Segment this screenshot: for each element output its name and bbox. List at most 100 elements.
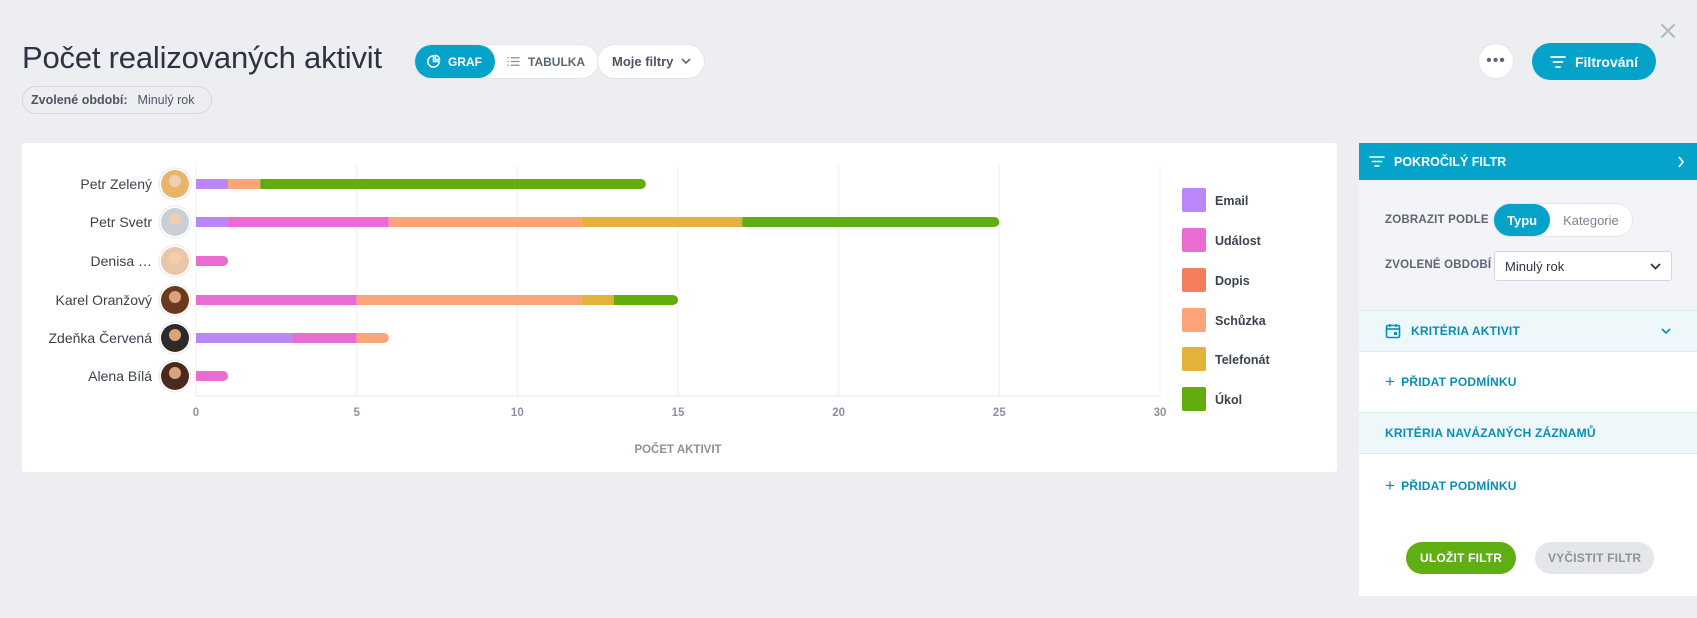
period-select-value: Minulý rok <box>1505 258 1565 274</box>
add-condition-label: PŘIDAT PODMÍNKU <box>1401 375 1517 389</box>
bar-segment-email <box>196 179 229 189</box>
table-view-label: TABULKA <box>528 54 586 69</box>
x-tick-label: 30 <box>1154 407 1167 419</box>
filter-icon <box>1550 55 1566 68</box>
close-icon[interactable]: × <box>1657 18 1679 44</box>
add-condition-button[interactable]: + PŘIDAT PODMÍNKU <box>1359 352 1697 412</box>
stacked-bar-chart: 0 5 10 15 20 25 30 POČET AKTIVIT Petr Zelený Petr… <box>48 165 1270 456</box>
plus-icon: + <box>1385 372 1396 391</box>
avatar-face <box>169 213 181 225</box>
category-label: Petr Zelený <box>80 176 152 192</box>
show-by-type-option[interactable]: Typu <box>1494 204 1551 236</box>
my-filters-dropdown[interactable]: Moje filtry <box>598 45 705 78</box>
avatar-face <box>169 252 181 264</box>
category-label: Petr Svetr <box>90 214 153 230</box>
legend-swatch <box>1182 268 1206 292</box>
view-toggle: GRAF TABULKA <box>415 45 599 78</box>
advanced-filter-panel: POKROČILÝ FILTR ZOBRAZIT PODLE Typu Kate… <box>1359 143 1697 596</box>
chevron-down-icon <box>1650 262 1661 270</box>
bar-segment-join <box>196 256 202 266</box>
category-label: Alena Bílá <box>88 368 152 384</box>
category-label: Karel Oranžový <box>56 292 152 308</box>
x-tick-label: 0 <box>193 407 199 419</box>
show-by-toggle: Typu Kategorie <box>1494 204 1632 236</box>
legend-label: Událost <box>1215 234 1262 248</box>
legend-swatch <box>1182 188 1206 212</box>
list-icon <box>507 57 520 66</box>
bar-segment-událost <box>292 333 357 343</box>
pie-chart-icon <box>427 54 441 68</box>
filter-button-label: Filtrování <box>1574 53 1638 70</box>
legend-swatch <box>1182 387 1206 411</box>
bar-segment-schůzka <box>228 179 261 189</box>
bar-segment-událost <box>228 217 389 227</box>
bar-segment-telefonát <box>581 217 743 227</box>
show-by-category-option[interactable]: Kategorie <box>1550 204 1632 236</box>
chevron-right-icon[interactable] <box>1677 156 1685 168</box>
calendar-icon <box>1385 324 1401 339</box>
avatar-face <box>169 329 181 341</box>
graph-view-label: GRAF <box>448 54 482 69</box>
bar-segment-schůzka <box>356 295 582 305</box>
activity-criteria-section[interactable]: KRITÉRIA AKTIVIT <box>1359 310 1697 352</box>
page-title: Počet realizovaných aktivit <box>22 40 382 75</box>
graph-view-button[interactable]: GRAF <box>415 45 495 78</box>
plus-icon: + <box>1385 476 1396 495</box>
show-by-label: ZOBRAZIT PODLE <box>1385 214 1489 226</box>
bar-segment-join <box>742 217 749 227</box>
filter-button[interactable]: Filtrování <box>1532 43 1656 80</box>
bar-segment-email <box>196 217 229 227</box>
legend-label: Telefonát <box>1215 353 1270 367</box>
chevron-down-icon <box>1661 327 1671 334</box>
category-label: Zdeňka Červená <box>48 330 152 346</box>
avatar-face <box>169 175 181 187</box>
period-select[interactable]: Minulý rok <box>1494 251 1672 281</box>
clear-filter-button[interactable]: VYČISTIT FILTR <box>1535 542 1655 574</box>
chart-card: 0 5 10 15 20 25 30 POČET AKTIVIT Petr Zelený Petr… <box>22 143 1337 472</box>
bar-segment-úkol <box>742 217 1000 227</box>
x-axis-title: POČET AKTIVIT <box>634 443 721 456</box>
x-tick-label: 15 <box>672 407 685 419</box>
bar-segment-join <box>613 295 620 305</box>
period-chip-label: Zvolené období: <box>31 93 128 107</box>
x-tick-label: 5 <box>353 407 360 419</box>
legend-swatch <box>1182 228 1206 252</box>
legend-label: Email <box>1215 194 1248 208</box>
my-filters-label: Moje filtry <box>612 54 674 69</box>
x-tick-label: 25 <box>993 407 1006 419</box>
bar-segment-schůzka <box>388 217 582 227</box>
x-tick-label: 10 <box>511 407 524 419</box>
more-dots-icon: ••• <box>1486 52 1506 69</box>
add-linked-condition-button[interactable]: + PŘIDAT PODMÍNKU <box>1359 454 1697 518</box>
avatar-face <box>169 367 181 379</box>
filter-options: ZOBRAZIT PODLE Typu Kategorie ZVOLENÉ OB… <box>1359 180 1697 310</box>
legend-swatch <box>1182 347 1206 371</box>
legend-label: Úkol <box>1215 392 1242 407</box>
table-view-button[interactable]: TABULKA <box>495 45 598 78</box>
category-label: Denisa … <box>91 253 152 269</box>
bar-segment-úkol <box>260 179 646 189</box>
bar-segment-telefonát <box>581 295 614 305</box>
bar-segment-úkol <box>613 295 678 305</box>
period-label: ZVOLENÉ OBDOBÍ <box>1385 259 1492 271</box>
legend-label: Dopis <box>1215 274 1250 288</box>
linked-records-criteria-section[interactable]: KRITÉRIA NAVÁZANÝCH ZÁZNAMŮ <box>1359 412 1697 454</box>
save-filter-button[interactable]: ULOŽIT FILTR <box>1406 542 1517 574</box>
legend-label: Schůzka <box>1215 314 1267 328</box>
x-tick-label: 20 <box>832 407 845 419</box>
advanced-filter-header[interactable]: POKROČILÝ FILTR <box>1359 143 1697 180</box>
filter-icon <box>1369 156 1385 167</box>
advanced-filter-title: POKROČILÝ FILTR <box>1394 154 1507 169</box>
chevron-down-icon <box>681 58 691 65</box>
linked-records-criteria-title: KRITÉRIA NAVÁZANÝCH ZÁZNAMŮ <box>1385 426 1596 440</box>
avatar-face <box>169 291 181 303</box>
period-chip[interactable]: Zvolené období: Minulý rok <box>22 86 212 114</box>
bar-segment-join <box>260 179 267 189</box>
bar-segment-událost <box>196 295 357 305</box>
more-options-button[interactable]: ••• <box>1479 44 1513 78</box>
activity-criteria-title: KRITÉRIA AKTIVIT <box>1411 324 1520 338</box>
bar-segment-join <box>356 333 363 343</box>
legend-swatch <box>1182 308 1206 332</box>
bar-segment-email <box>196 333 293 343</box>
add-linked-condition-label: PŘIDAT PODMÍNKU <box>1401 479 1517 493</box>
